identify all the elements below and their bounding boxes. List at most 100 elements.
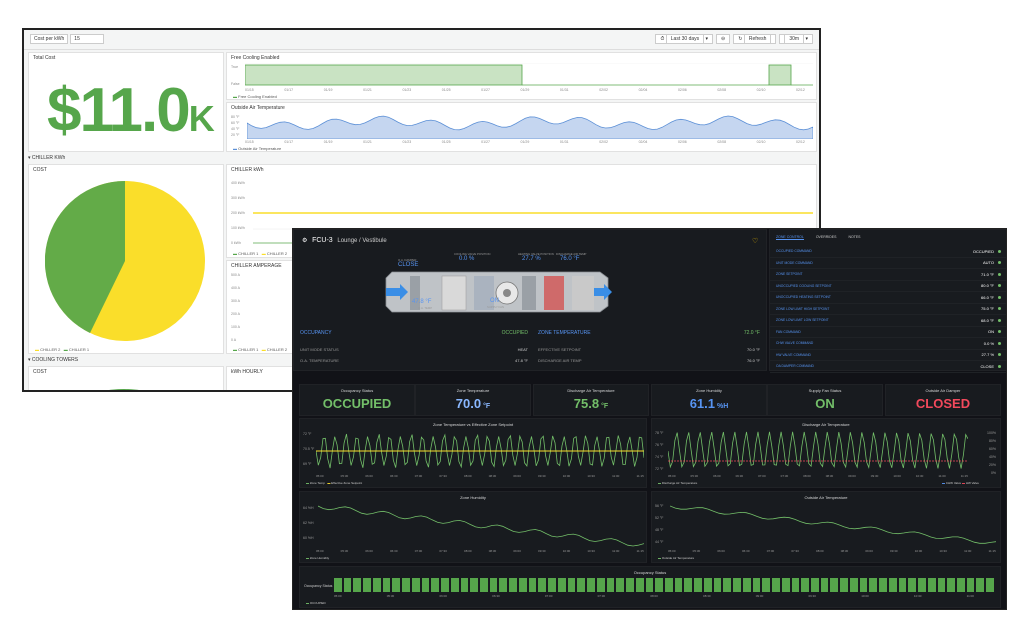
refresh-label: Refresh xyxy=(743,34,772,44)
setting-row[interactable]: ZONE LOW LIMIT LOW SETPOINT 68.0 °F xyxy=(770,315,1006,327)
pie-legend: ▬ CHILLER 2 ▬ CHILLER 1 xyxy=(35,347,90,352)
occupied-block xyxy=(684,578,693,592)
tick-label: 02/12 xyxy=(796,140,805,144)
oat-dark-series xyxy=(670,505,996,544)
outside-air-temp-dark-panel: Outside Air Temperature 56 °F 52 °F 48 °… xyxy=(651,491,1001,563)
tick-label: 11:00 xyxy=(612,549,620,553)
setting-row[interactable]: CHW VALVE COMMAND 0.0 % xyxy=(770,338,1006,350)
y-tick: 70.5 °F xyxy=(303,447,315,451)
cost-per-kwh-input[interactable]: 15 xyxy=(70,34,105,44)
panel-title: Occupancy Status xyxy=(633,570,667,575)
zoom-out-button[interactable]: ⊖ xyxy=(716,34,731,44)
oat-dark-chart xyxy=(670,505,996,544)
tick-label: 07:30 xyxy=(597,594,606,598)
setting-row[interactable]: FAN COMMAND ON xyxy=(770,327,1006,338)
tab-zone-control[interactable]: ZONE CONTROL xyxy=(776,235,804,240)
time-range-picker[interactable]: ⏱ Last 30 days ▾ xyxy=(655,34,714,44)
unit-mode-row: UNIT MODE STATUS HEAT xyxy=(300,347,528,352)
occupied-block xyxy=(820,578,829,592)
occupied-block xyxy=(694,578,702,592)
dark-dashboard-window: ⚙ FCU-3 Lounge / Vestibule ♡ O.A. DAMPER… xyxy=(292,228,1007,610)
setting-value: 80.0 °F xyxy=(981,283,994,289)
tick-label: 01/23 xyxy=(402,140,412,144)
setting-label: OCCUPIED COMMAND xyxy=(776,249,812,254)
y-tick: 0 A xyxy=(231,338,237,342)
y-tick: 300 kWh xyxy=(231,196,245,200)
unit-mode-label: UNIT MODE STATUS xyxy=(300,347,339,352)
variable-bar: Cost per kWh 15 xyxy=(30,34,105,44)
tick-label: 11:00 xyxy=(964,549,972,553)
occupied-block xyxy=(664,578,673,592)
occupied-block xyxy=(635,578,644,592)
setting-row[interactable]: UNOCCUPIED COOLING SETPOINT 80.0 °F xyxy=(770,281,1006,292)
occupancy-row: OCCUPANCY OCCUPIED xyxy=(300,330,528,336)
tick-label: 09:00 xyxy=(848,474,856,478)
setting-value-wrap: 80.0 °F xyxy=(981,283,1001,288)
occupied-block xyxy=(703,578,712,592)
occupied-block xyxy=(791,578,800,592)
setting-value: OCCUPIED xyxy=(972,248,994,254)
setting-value-wrap: OCCUPIED xyxy=(973,249,1001,254)
tick-label: 06:00 xyxy=(717,549,725,553)
occupied-block xyxy=(762,578,771,592)
occupied-block xyxy=(334,578,342,592)
stat-number: 75.8 xyxy=(573,396,600,411)
setting-row[interactable]: UNIT MODE COMMAND AUTO xyxy=(770,258,1006,269)
zone-humidity-panel: Zone Humidity 64 %H 62 %H 60 %H 05:00 05:… xyxy=(299,491,647,563)
zone-temp-row: ZONE TEMPERATURE 72.0 °F xyxy=(538,330,760,336)
setting-row[interactable]: ZONE LOW LIMIT HIGH SETPOINT 75.0 °F xyxy=(770,304,1006,315)
stat-value: OCCUPIED xyxy=(300,396,414,411)
tick-label: 07:30 xyxy=(439,474,447,478)
zone-temp-value: 72.0 °F xyxy=(743,330,760,336)
stat-panel: Occupancy Status OCCUPIED xyxy=(299,384,415,416)
setting-row[interactable]: UNOCCUPIED HEATING SETPOINT 66.0 °F xyxy=(770,292,1006,304)
tick-label: 02/06 xyxy=(677,88,687,92)
free-cooling-chart xyxy=(245,63,813,86)
oa-temp-value: 47.8 °F xyxy=(412,299,432,305)
legend-label: CHILLER 1 xyxy=(68,347,90,352)
status-dot-icon xyxy=(998,341,1001,345)
row-header-chiller[interactable]: ▾ CHILLER KWh xyxy=(28,155,65,161)
tick-label: 10:30 xyxy=(939,549,947,553)
occupied-block xyxy=(810,578,819,592)
occupied-block xyxy=(480,578,488,592)
time-axis: 05:00 05:30 06:00 06:30 07:00 07:30 08:00 08:30… xyxy=(334,594,974,598)
tick-label: 09:30 xyxy=(538,549,546,553)
setting-row[interactable]: OA DAMPER COMMAND CLOSE xyxy=(770,361,1006,373)
refresh-button[interactable]: ↻ Refresh xyxy=(733,34,777,44)
cost-pie-chart xyxy=(45,181,205,341)
occupied-block xyxy=(460,578,469,592)
discharge-value: 76.0 °F xyxy=(560,256,580,262)
occupied-block xyxy=(645,578,654,592)
panel-title: COST xyxy=(33,167,47,173)
fan-value: ON xyxy=(490,298,499,304)
legend-label: CHILLER 2 xyxy=(266,347,288,352)
legend-label: CHILLER 2 xyxy=(40,347,61,352)
setting-row[interactable]: OCCUPIED COMMAND OCCUPIED xyxy=(770,246,1006,258)
tab-notes[interactable]: NOTES xyxy=(848,235,860,240)
occupied-block xyxy=(927,578,936,592)
free-cooling-panel: Free Cooling Enabled True False 01/15 01/… xyxy=(226,52,817,100)
refresh-interval-select[interactable]: 30m ▾ xyxy=(779,34,813,44)
discharge-chart xyxy=(668,431,968,469)
setting-value-wrap: 27.7 % xyxy=(982,352,1001,357)
occupied-block xyxy=(470,578,479,592)
setting-row[interactable]: ZONE SETPOINT 71.0 °F xyxy=(770,269,1006,281)
occupied-block xyxy=(723,578,732,592)
tab-overrides[interactable]: OVERRIDES xyxy=(816,235,837,240)
tick-label: 05:30 xyxy=(692,549,701,553)
heart-icon[interactable]: ♡ xyxy=(752,237,758,245)
occupied-block xyxy=(411,578,420,592)
total-cost-number: $11.0 xyxy=(47,76,191,145)
setting-value-wrap: 68.0 °F xyxy=(981,318,1001,323)
occupied-block xyxy=(392,578,401,592)
tick-label: 10:00 xyxy=(861,594,869,598)
tick-label: 06:00 xyxy=(439,594,447,598)
stat-value: 61.1 %H xyxy=(652,396,766,411)
occupied-block xyxy=(450,578,459,592)
row-header-cooling-towers[interactable]: ▾ COOLING TOWERS xyxy=(28,357,78,363)
occupied-block xyxy=(888,578,897,592)
setting-row[interactable]: HW VALVE COMMAND 27.7 % xyxy=(770,350,1006,361)
y-tick: False xyxy=(231,82,240,86)
stat-title: Occupancy Status xyxy=(340,388,374,393)
